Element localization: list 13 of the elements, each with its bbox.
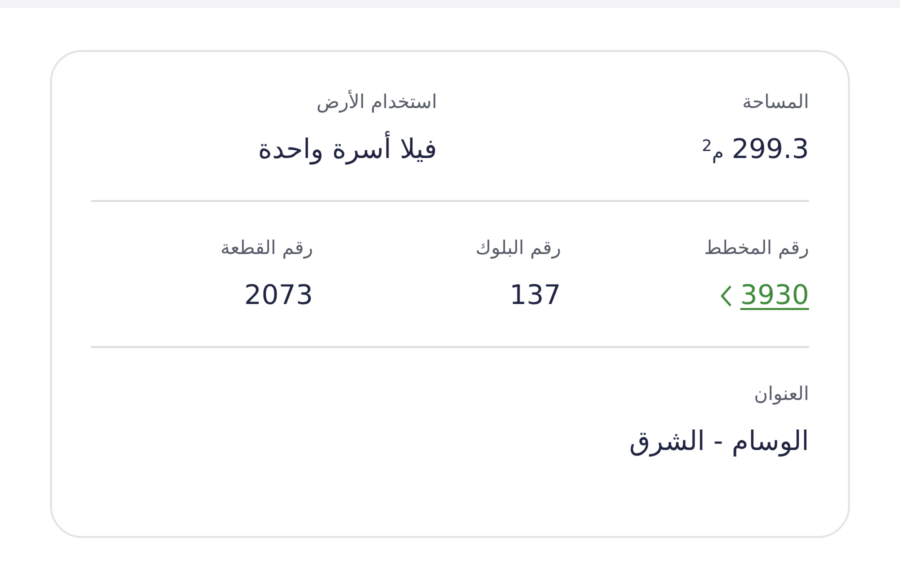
field-value: 137: [509, 279, 561, 313]
field-label: رقم القطعة: [220, 236, 313, 261]
plan-link[interactable]: 3930: [740, 276, 809, 316]
field-label: المساحة: [742, 90, 809, 115]
field-value: فيلا أسرة واحدة: [258, 130, 437, 170]
chevron-icon: [720, 285, 732, 307]
field-label: العنوان: [754, 382, 809, 407]
field-value: 299.3: [732, 133, 809, 167]
field-value: الوسام - الشرق: [629, 425, 809, 459]
field-label: رقم البلوك: [475, 236, 561, 261]
field-label: رقم المخطط: [704, 236, 809, 261]
field-label: استخدام الأرض: [316, 88, 437, 115]
field-value: 2073: [244, 279, 313, 313]
